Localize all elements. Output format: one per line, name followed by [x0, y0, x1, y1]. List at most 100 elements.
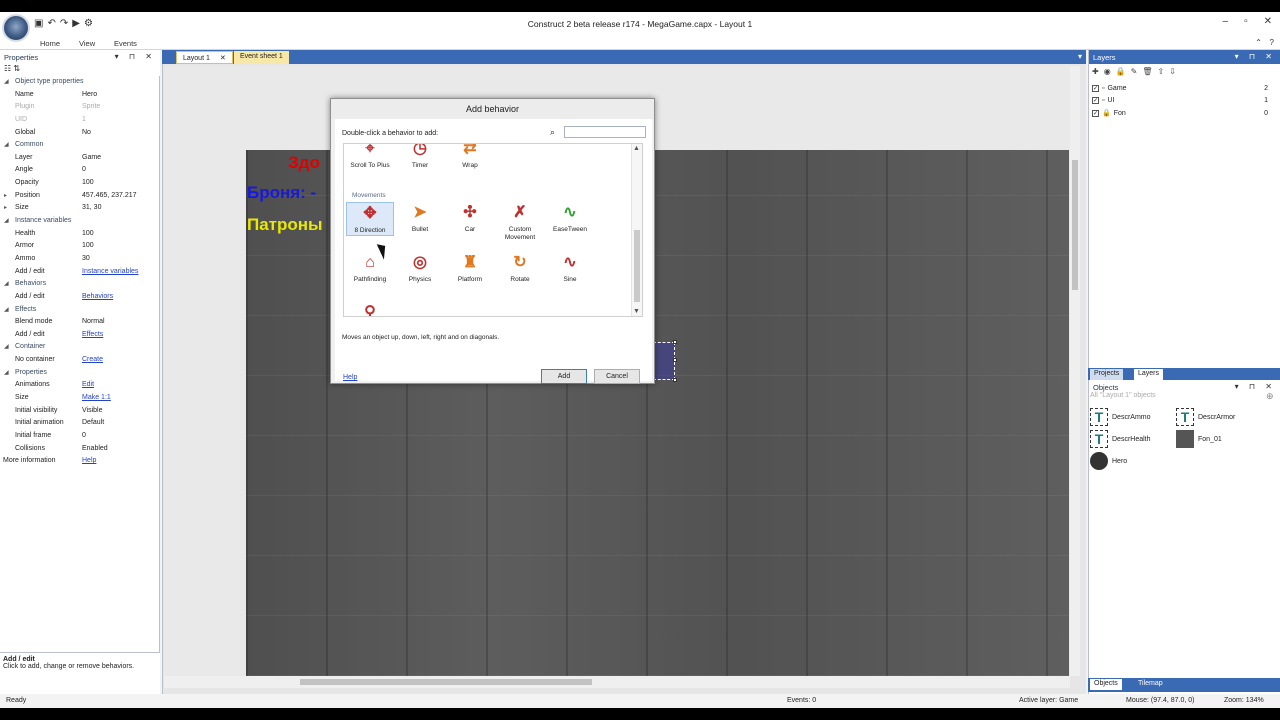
property-section[interactable]: ◢ Effects: [0, 304, 159, 317]
expand-icon[interactable]: ▸: [4, 190, 7, 203]
property-row[interactable]: Ammo 30: [0, 253, 159, 266]
behavior-item-rotate[interactable]: ↻ Rotate: [496, 252, 544, 284]
lock-icon[interactable]: 🔒: [1116, 67, 1131, 76]
property-section[interactable]: ◢ Instance variables: [0, 215, 159, 228]
property-row[interactable]: UID 1: [0, 114, 159, 127]
cancel-button[interactable]: Cancel: [594, 369, 640, 384]
resize-handle[interactable]: [673, 340, 677, 344]
property-row[interactable]: Layer Game: [0, 152, 159, 165]
hud-armor-text[interactable]: Броня: -: [247, 183, 316, 203]
object-item[interactable]: T DescrAmmo: [1090, 408, 1151, 426]
tabs-dropdown-icon[interactable]: ▾: [1078, 52, 1082, 61]
property-link[interactable]: Create: [82, 354, 103, 367]
tab-tilemap[interactable]: Tilemap: [1134, 679, 1167, 690]
property-row[interactable]: Plugin Sprite: [0, 101, 159, 114]
tab-layout-1[interactable]: Layout 1 ✕: [176, 51, 233, 64]
expand-icon[interactable]: ◢: [4, 139, 9, 152]
panel-controls-icon[interactable]: ▾ ⊓ ✕: [115, 52, 156, 61]
property-row[interactable]: Initial frame 0: [0, 430, 159, 443]
layer-row[interactable]: ✓ ▫ Game 2: [1092, 82, 1272, 94]
behavior-item-physics[interactable]: ◎ Physics: [396, 252, 444, 284]
tab-layers[interactable]: Layers: [1134, 369, 1164, 380]
hud-ammo-text[interactable]: Патроны: [247, 215, 323, 235]
add-button[interactable]: Add: [541, 369, 587, 384]
property-row[interactable]: Initial visibility Visible: [0, 405, 159, 418]
ribbon-collapse-icon[interactable]: ⌃: [1255, 38, 1262, 47]
property-row[interactable]: Animations Edit: [0, 379, 159, 392]
scroll-down-icon[interactable]: ▼: [633, 308, 640, 315]
resize-handle[interactable]: [673, 358, 677, 362]
property-row[interactable]: Collisions Enabled: [0, 443, 159, 456]
lock-icon[interactable]: 🔒: [1102, 109, 1111, 117]
expand-icon[interactable]: ◢: [4, 367, 9, 380]
sort-alpha-icon[interactable]: ⇅: [13, 64, 20, 73]
property-row[interactable]: Name Hero: [0, 89, 159, 102]
dialog-help-link[interactable]: Help: [343, 374, 357, 381]
behavior-list[interactable]: Movements ▲ ▼ ⌖ Scroll To Plus ◷ Timer ⇄ Wrap…: [343, 143, 643, 317]
behavior-item-scroll-to-plus[interactable]: ⌖ Scroll To Plus: [346, 144, 394, 170]
lock-icon[interactable]: ▫: [1102, 97, 1104, 104]
behavior-search-input[interactable]: [564, 126, 646, 138]
expand-icon[interactable]: ▸: [4, 202, 7, 215]
panel-controls-icon[interactable]: ▾ ⊓ ✕: [1235, 52, 1276, 61]
editor-horizontal-scrollbar[interactable]: [164, 676, 1070, 688]
expand-icon[interactable]: ◢: [4, 278, 9, 291]
expand-icon[interactable]: ◢: [4, 304, 9, 317]
property-row[interactable]: Initial animation Default: [0, 417, 159, 430]
add-layer-icon[interactable]: ✚: [1092, 67, 1104, 76]
ribbon-tab-view[interactable]: View: [79, 39, 95, 48]
property-row[interactable]: Blend mode Normal: [0, 316, 159, 329]
property-row[interactable]: ▸ Size 31, 30: [0, 202, 159, 215]
property-row[interactable]: Global No: [0, 127, 159, 140]
tab-objects[interactable]: Objects: [1090, 679, 1122, 690]
property-link[interactable]: Edit: [82, 379, 94, 392]
behavior-item-timer[interactable]: ◷ Timer: [396, 144, 444, 170]
tab-event-sheet-1[interactable]: Event sheet 1: [234, 51, 289, 64]
layer-row[interactable]: ✓ ▫ UI 1: [1092, 95, 1272, 107]
move-down-icon[interactable]: ⇩: [1169, 67, 1181, 76]
property-link[interactable]: Help: [82, 455, 96, 468]
property-section[interactable]: ◢ Behaviors: [0, 278, 159, 291]
behavior-item-platform[interactable]: ♜ Platform: [446, 252, 494, 284]
expand-icon[interactable]: ◢: [4, 76, 9, 89]
layer-row[interactable]: ✓ 🔒 Fon 0: [1092, 107, 1272, 119]
property-link[interactable]: Make 1:1: [82, 392, 111, 405]
editor-vertical-scrollbar[interactable]: [1070, 66, 1080, 676]
scroll-thumb[interactable]: [1072, 160, 1078, 290]
object-item[interactable]: T DescrHealth: [1090, 430, 1151, 448]
app-menu-icon[interactable]: [2, 14, 30, 42]
behavior-item-easetween[interactable]: ∿ EaseTween: [546, 202, 594, 234]
expand-icon[interactable]: ◢: [4, 341, 9, 354]
behavior-item-wrap[interactable]: ⇄ Wrap: [446, 144, 494, 170]
close-icon[interactable]: ✕: [1264, 16, 1272, 27]
hero-sprite-selected[interactable]: [653, 342, 675, 380]
behavior-item-custom-movement[interactable]: ✗ Custom Movement: [496, 202, 544, 242]
property-section[interactable]: ◢ Properties: [0, 367, 159, 380]
tab-projects[interactable]: Projects: [1090, 369, 1124, 380]
ribbon-tab-events[interactable]: Events: [114, 39, 137, 48]
property-section[interactable]: ◢ Common: [0, 139, 159, 152]
object-item[interactable]: Fon_01: [1176, 430, 1222, 448]
property-row[interactable]: Add / edit Instance variables: [0, 266, 159, 279]
property-row[interactable]: Size Make 1:1: [0, 392, 159, 405]
layer-visible-checkbox[interactable]: ✓: [1092, 109, 1099, 117]
property-row[interactable]: Opacity 100: [0, 177, 159, 190]
property-row[interactable]: More information Help: [0, 455, 159, 468]
behavior-list-scrollbar[interactable]: ▲ ▼: [631, 144, 642, 316]
minimize-icon[interactable]: –: [1223, 16, 1229, 27]
edit-icon[interactable]: ✎: [1131, 67, 1143, 76]
expand-icon[interactable]: ◢: [4, 215, 9, 228]
eye-icon[interactable]: ◉: [1104, 67, 1116, 76]
object-item[interactable]: T DescrArmor: [1176, 408, 1235, 426]
property-row[interactable]: Add / edit Behaviors: [0, 291, 159, 304]
scroll-thumb[interactable]: [634, 230, 640, 302]
property-link[interactable]: Behaviors: [82, 291, 113, 304]
help-icon[interactable]: ?: [1270, 38, 1274, 47]
property-row[interactable]: No container Create: [0, 354, 159, 367]
hud-health-text[interactable]: Здо: [288, 153, 320, 173]
property-section[interactable]: ◢ Object type properties: [0, 76, 159, 89]
behavior-item-sine[interactable]: ∿ Sine: [546, 252, 594, 284]
property-link[interactable]: Instance variables: [82, 266, 138, 279]
close-tab-icon[interactable]: ✕: [220, 55, 226, 62]
panel-controls-icon[interactable]: ▾ ⊓ ✕: [1235, 382, 1276, 391]
